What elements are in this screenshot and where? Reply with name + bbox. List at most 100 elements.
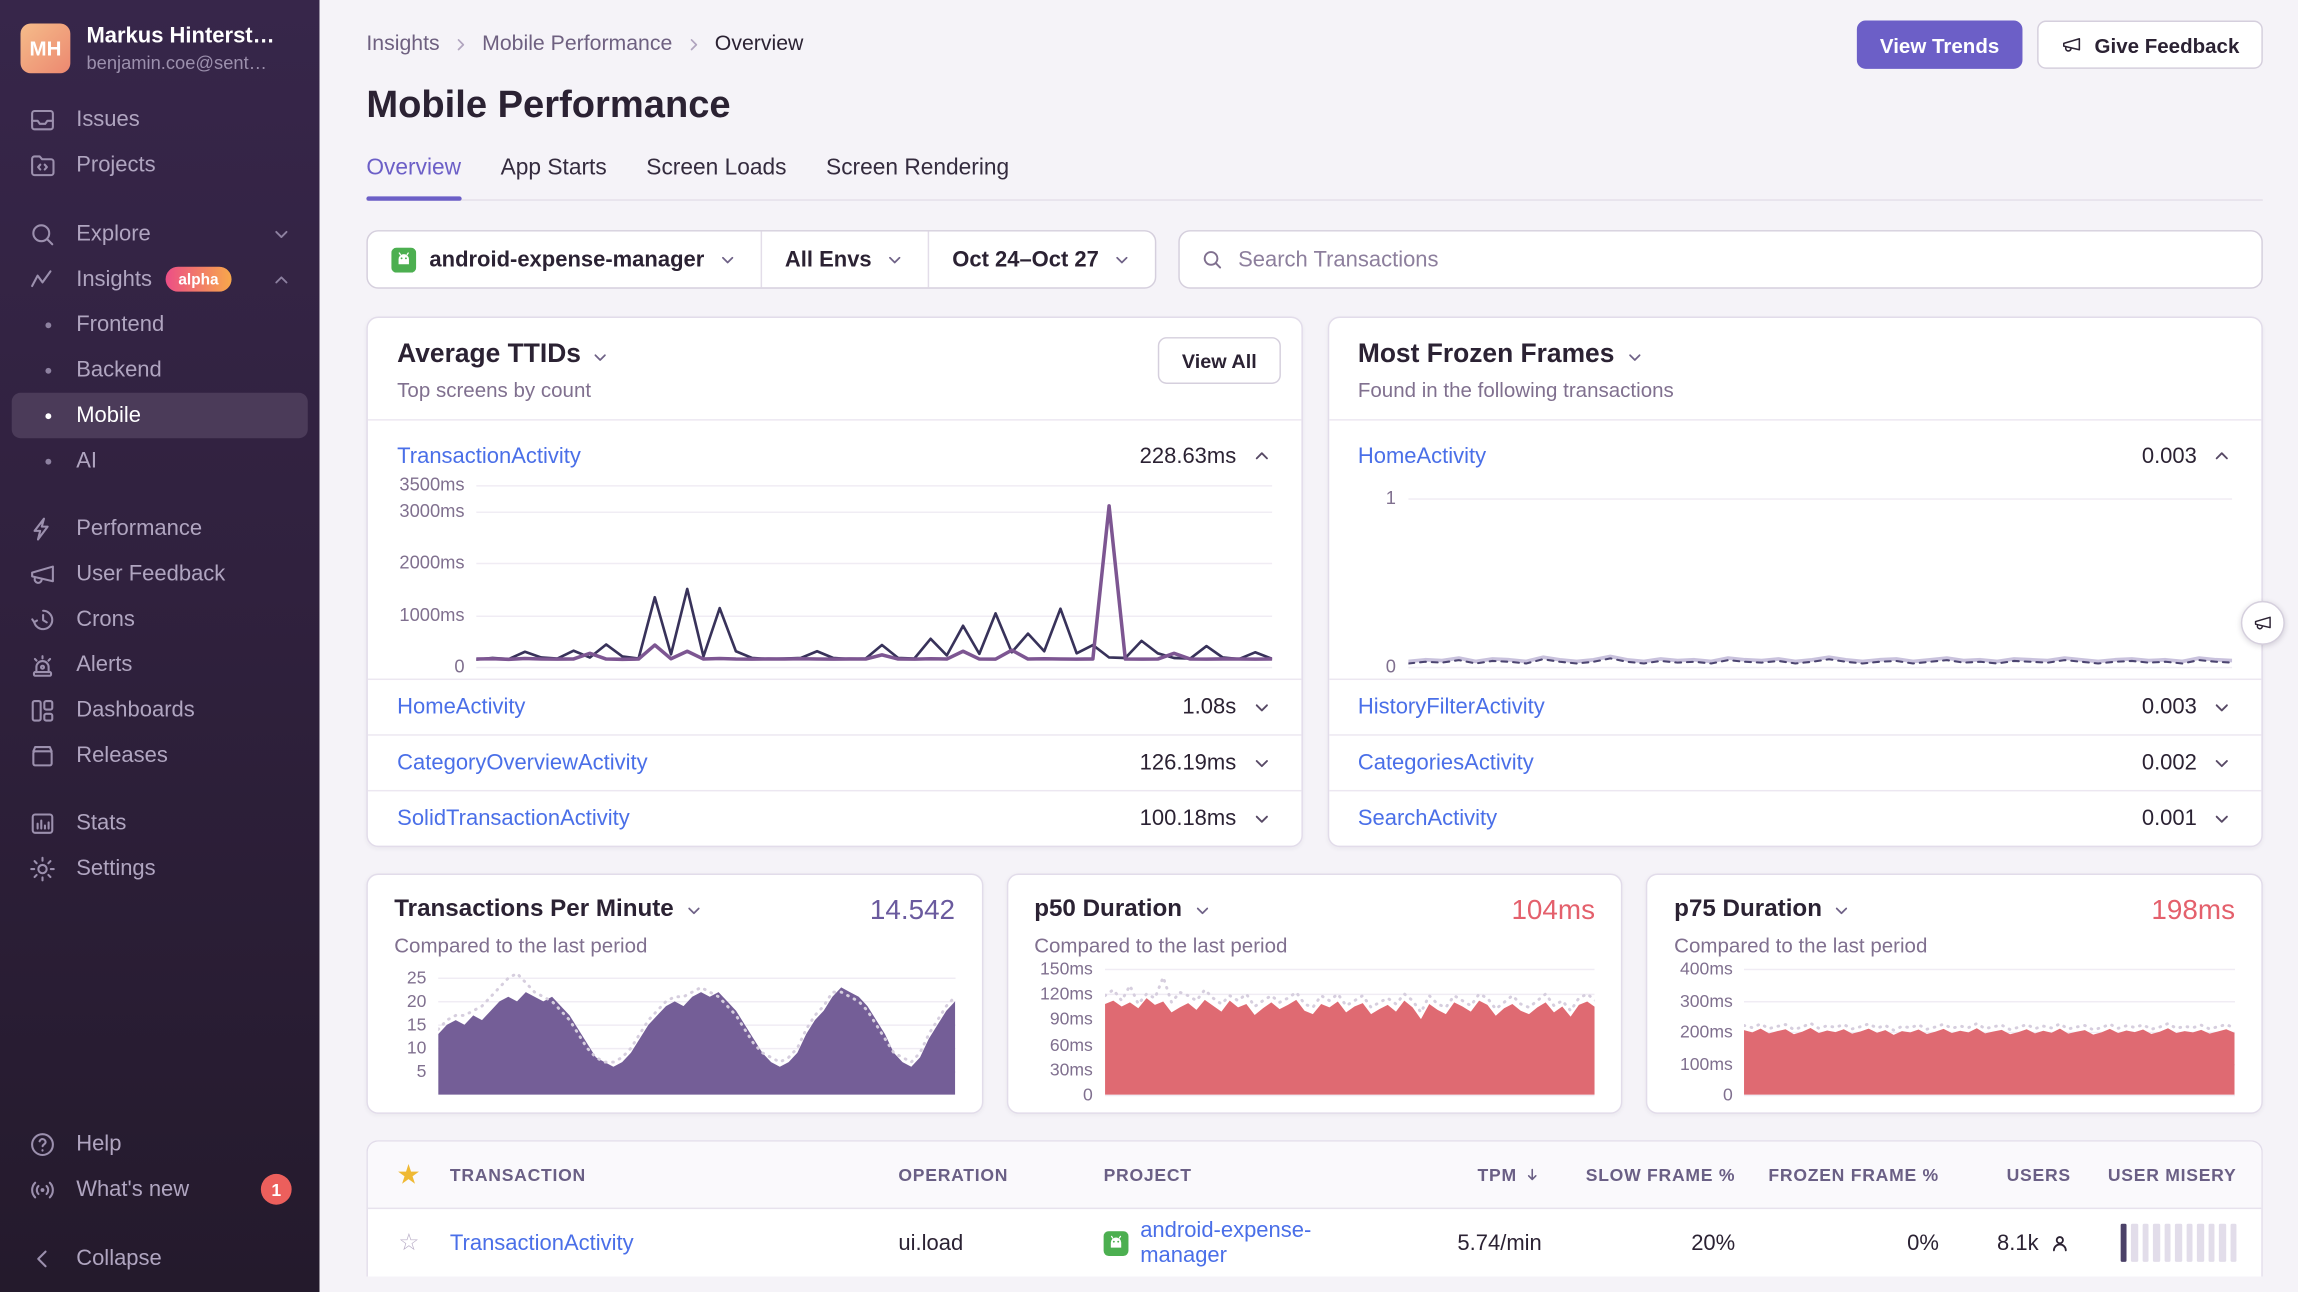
header-actions: View Trends Give Feedback: [1856, 21, 2262, 69]
sidebar-item-frontend[interactable]: Frontend: [12, 302, 308, 347]
transaction-link[interactable]: SolidTransactionActivity: [397, 806, 630, 831]
sort-descending-icon: [1523, 1165, 1542, 1184]
user-email: benjamin.coe@sent…: [86, 53, 274, 74]
col-user-misery[interactable]: USER MISERY: [2071, 1164, 2262, 1185]
chevron-down-icon[interactable]: [1251, 808, 1272, 829]
tab-screen-rendering[interactable]: Screen Rendering: [826, 155, 1009, 199]
frozen-expanded-row: HomeActivity 0.003: [1329, 421, 2262, 477]
frozen-row-categories: CategoriesActivity 0.002: [1329, 734, 2262, 790]
view-all-button[interactable]: View All: [1158, 337, 1280, 384]
chevron-down-icon: [271, 223, 292, 244]
user-name: Markus Hinterst…: [86, 23, 274, 48]
sidebar-item-dashboards[interactable]: Dashboards: [12, 687, 308, 732]
sidebar-item-label: Performance: [76, 516, 202, 541]
transaction-link[interactable]: SearchActivity: [1358, 806, 1497, 831]
bullet-icon: [45, 413, 51, 419]
give-feedback-button[interactable]: Give Feedback: [2037, 21, 2262, 69]
sidebar-item-releases[interactable]: Releases: [12, 733, 308, 778]
chevron-down-icon: [1625, 344, 1644, 365]
insight-cards: Average TTIDs Top screens by count View …: [366, 317, 2262, 848]
p75-title[interactable]: p75 Duration: [1674, 895, 1851, 923]
sidebar-item-mobile[interactable]: Mobile: [12, 393, 308, 438]
sidebar-item-label: Dashboards: [76, 698, 195, 723]
sidebar-item-ai[interactable]: AI: [12, 438, 308, 483]
star-icon: ★: [398, 1160, 420, 1189]
chevron-up-icon[interactable]: [2212, 446, 2233, 467]
ttid-value: 228.63ms: [1140, 443, 1237, 468]
user-menu[interactable]: MH Markus Hinterst… benjamin.coe@sent…: [0, 18, 319, 97]
sidebar-collapse-button[interactable]: Collapse: [12, 1235, 308, 1280]
sidebar-item-alerts[interactable]: Alerts: [12, 642, 308, 687]
sidebar-item-explore[interactable]: Explore: [12, 211, 308, 256]
transaction-link[interactable]: TransactionActivity: [397, 443, 581, 468]
chevron-down-icon[interactable]: [1251, 753, 1272, 774]
col-favorite[interactable]: ★: [368, 1160, 450, 1189]
breadcrumb-mobile-performance[interactable]: Mobile Performance: [482, 32, 672, 55]
sidebar-item-stats[interactable]: Stats: [12, 800, 308, 845]
tab-app-starts[interactable]: App Starts: [501, 155, 607, 199]
transaction-link[interactable]: CategoryOverviewActivity: [397, 750, 647, 775]
sidebar-item-help[interactable]: Help: [12, 1121, 308, 1166]
project-filter[interactable]: android-expense-manager: [368, 232, 760, 288]
sidebar: MH Markus Hinterst… benjamin.coe@sent… I…: [0, 0, 319, 1292]
transaction-link[interactable]: HomeActivity: [397, 695, 525, 720]
chevron-down-icon[interactable]: [2212, 697, 2233, 718]
star-outline-icon[interactable]: ☆: [398, 1228, 419, 1257]
sidebar-item-backend[interactable]: Backend: [12, 347, 308, 392]
user-misery-bars: [2071, 1224, 2262, 1262]
sidebar-item-whats-new[interactable]: What's new 1: [12, 1167, 308, 1212]
sidebar-item-label: Help: [76, 1131, 121, 1156]
android-icon: [1104, 1230, 1129, 1255]
sidebar-item-crons[interactable]: Crons: [12, 596, 308, 641]
archive-icon: [28, 741, 57, 770]
col-users[interactable]: USERS: [1939, 1164, 2071, 1185]
average-ttid-chart: 3500ms3000ms2000ms1000ms0: [368, 476, 1301, 678]
chevron-up-icon[interactable]: [1251, 446, 1272, 467]
breadcrumb-insights[interactable]: Insights: [366, 32, 439, 55]
frozen-value: 0.003: [2142, 443, 2197, 468]
search-input[interactable]: [1238, 247, 2241, 272]
chevron-right-icon: [451, 34, 470, 53]
sidebar-item-label: Insights: [76, 267, 152, 292]
tab-overview[interactable]: Overview: [366, 155, 461, 199]
sidebar-item-label: Mobile: [76, 403, 141, 428]
sidebar-item-issues[interactable]: Issues: [12, 97, 308, 142]
col-tpm[interactable]: TPM: [1397, 1164, 1542, 1185]
chevron-down-icon[interactable]: [2212, 808, 2233, 829]
ttid-row-solid-transaction: SolidTransactionActivity 100.18ms: [368, 790, 1301, 846]
sidebar-item-projects[interactable]: Projects: [12, 142, 308, 187]
col-frozen-frame[interactable]: FROZEN FRAME %: [1735, 1164, 1939, 1185]
p50-title[interactable]: p50 Duration: [1034, 895, 1211, 923]
col-slow-frame[interactable]: SLOW FRAME %: [1542, 1164, 1735, 1185]
transaction-link[interactable]: CategoriesActivity: [1358, 750, 1534, 775]
transaction-link[interactable]: HistoryFilterActivity: [1358, 695, 1545, 720]
average-ttids-title[interactable]: Average TTIDs: [397, 339, 1277, 370]
chevron-down-icon[interactable]: [1251, 697, 1272, 718]
environment-filter[interactable]: All Envs: [760, 232, 927, 288]
sidebar-item-settings[interactable]: Settings: [12, 846, 308, 891]
sidebar-item-insights[interactable]: Insights alpha: [12, 256, 308, 301]
frozen-frames-chart: 10: [1329, 476, 2262, 678]
sidebar-item-label: Issues: [76, 107, 140, 132]
view-trends-button[interactable]: View Trends: [1856, 21, 2022, 69]
most-frozen-frames-title[interactable]: Most Frozen Frames: [1358, 339, 2238, 370]
date-range-filter[interactable]: Oct 24–Oct 27: [927, 232, 1154, 288]
tab-screen-loads[interactable]: Screen Loads: [646, 155, 786, 199]
transaction-link[interactable]: HomeActivity: [1358, 443, 1486, 468]
sidebar-item-user-feedback[interactable]: User Feedback: [12, 551, 308, 596]
sidebar-nav: Issues Projects Explore Insights alpha: [0, 97, 319, 1281]
col-project[interactable]: PROJECT: [1104, 1164, 1397, 1185]
search-transactions[interactable]: [1178, 230, 2263, 289]
transaction-link[interactable]: TransactionActivity: [450, 1230, 634, 1255]
stat-subtitle: Compared to the last period: [1034, 934, 1595, 957]
sidebar-item-performance[interactable]: Performance: [12, 506, 308, 551]
user-icon: [2049, 1232, 2071, 1254]
sidebar-item-label: Releases: [76, 743, 168, 768]
chevron-down-icon[interactable]: [2212, 753, 2233, 774]
tpm-title[interactable]: Transactions Per Minute: [394, 895, 703, 923]
project-link[interactable]: android-expense-manager: [1140, 1218, 1396, 1268]
p50-value: 104ms: [1511, 895, 1595, 927]
col-transaction[interactable]: TRANSACTION: [450, 1164, 898, 1185]
col-operation[interactable]: OPERATION: [898, 1164, 1103, 1185]
feedback-widget-button[interactable]: [2241, 601, 2285, 645]
